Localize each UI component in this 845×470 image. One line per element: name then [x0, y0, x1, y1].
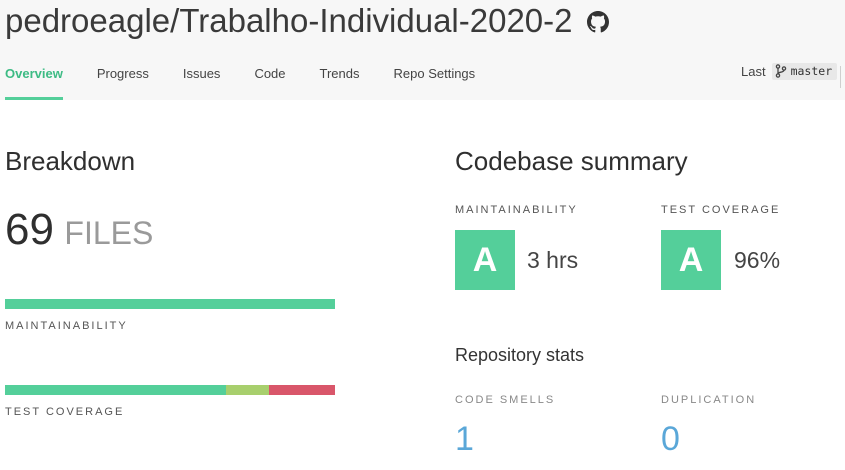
coverage-grade-badge[interactable]: A: [661, 230, 721, 290]
tab-overview[interactable]: Overview: [5, 58, 63, 100]
test-coverage-bar-segment-0: [5, 385, 227, 395]
test-coverage-bar[interactable]: [5, 385, 335, 395]
maintainability-grade-badge[interactable]: A: [455, 230, 515, 290]
breakdown-title: Breakdown: [5, 146, 136, 176]
maintainability-bar[interactable]: [5, 299, 335, 309]
duplication-label: DUPLICATION: [661, 394, 757, 406]
code-smells-count[interactable]: 1: [455, 420, 474, 459]
duplication-count[interactable]: 0: [661, 420, 680, 459]
coverage-value: 96%: [734, 247, 781, 273]
repository-stats-title: Repository stats: [455, 345, 585, 365]
files-number: 69: [5, 205, 54, 254]
tab-trends[interactable]: Trends: [320, 58, 360, 100]
header-divider: [840, 66, 845, 88]
tab-code[interactable]: Code: [254, 58, 285, 100]
test-coverage-bar-label: TEST COVERAGE: [5, 406, 125, 418]
repo-title: pedroeagle/Trabalho-Individual-2020-2: [5, 2, 609, 40]
repo-title-text[interactable]: pedroeagle/Trabalho-Individual-2020-2: [5, 2, 573, 40]
tab-progress[interactable]: Progress: [97, 58, 149, 100]
last-analyzed: Last master: [741, 63, 838, 80]
branch-selector[interactable]: master: [771, 63, 838, 80]
files-unit: FILES: [64, 215, 154, 251]
code-smells-label: CODE SMELLS: [455, 394, 556, 406]
branch-name: master: [790, 64, 833, 78]
test-coverage-bar-segment-1: [226, 385, 269, 395]
test-coverage-bar-segment-2: [268, 385, 335, 395]
maintainability-value: 3 hrs: [527, 247, 579, 273]
files-count: 69 FILES: [5, 205, 153, 255]
summary-maintainability-label: MAINTAINABILITY: [455, 204, 578, 216]
tab-repo-settings[interactable]: Repo Settings: [394, 58, 476, 100]
summary-coverage-label: TEST COVERAGE: [661, 204, 781, 216]
maintainability-bar-segment-0: [5, 299, 335, 309]
repo-tabs: Overview Progress Issues Code Trends Rep…: [5, 58, 509, 100]
maintainability-bar-label: MAINTAINABILITY: [5, 320, 128, 332]
git-branch-icon: [775, 64, 787, 78]
last-label: Last: [741, 64, 766, 79]
tab-issues[interactable]: Issues: [183, 58, 221, 100]
github-icon[interactable]: [586, 11, 609, 33]
codebase-summary-title: Codebase summary: [455, 146, 688, 176]
repo-header: pedroeagle/Trabalho-Individual-2020-2 Ov…: [0, 0, 845, 100]
